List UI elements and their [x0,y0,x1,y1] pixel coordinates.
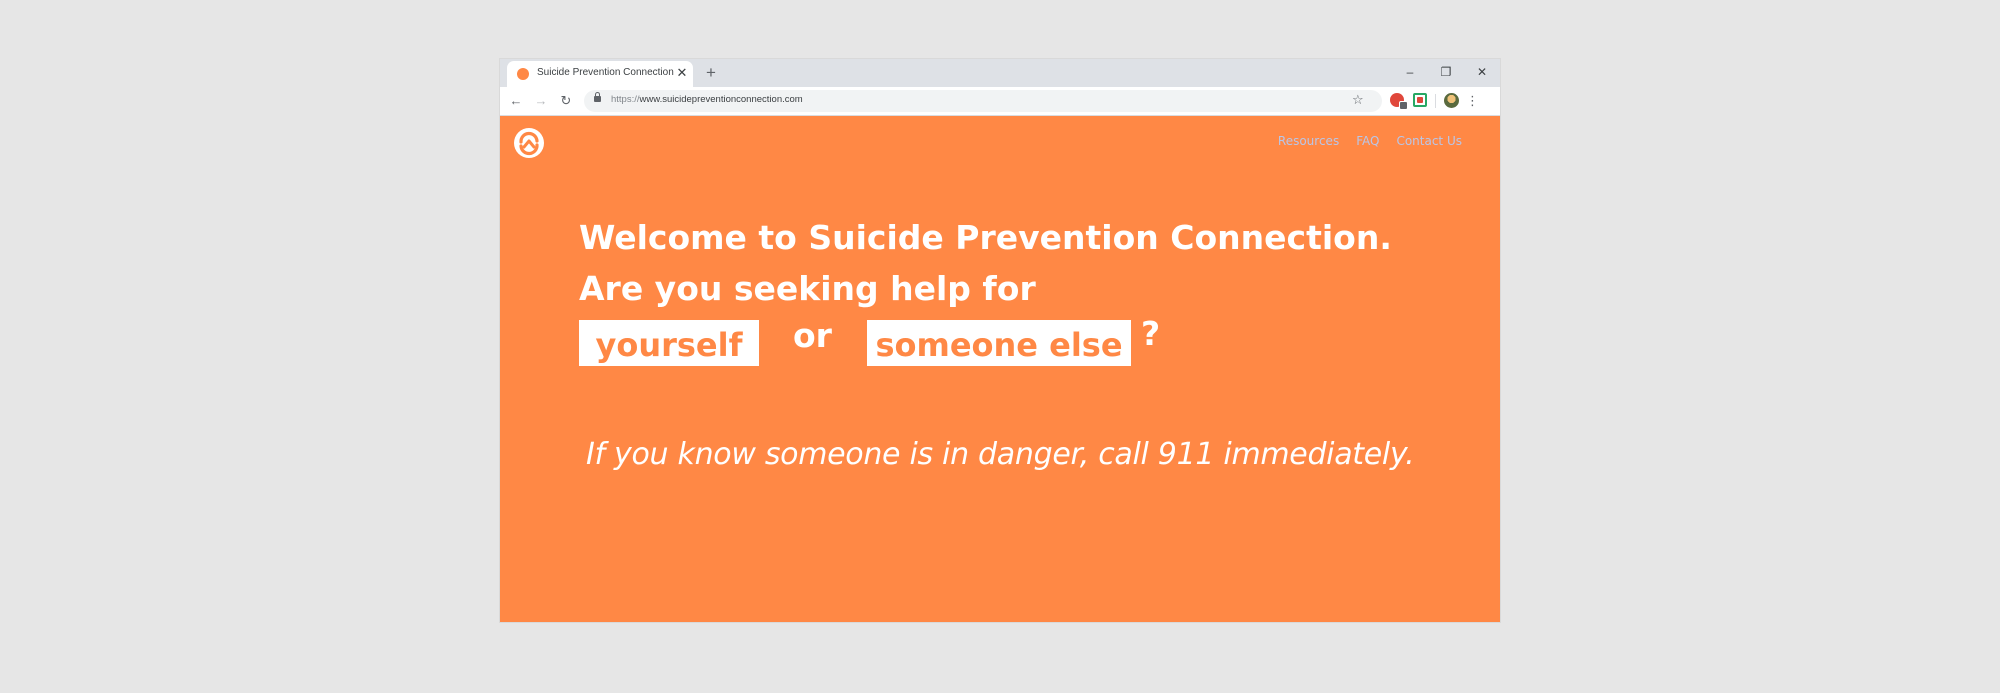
hero-question-line: Are you seeking help for [579,269,1036,308]
bookmark-star-icon[interactable]: ☆ [1352,92,1364,108]
favicon-icon [517,68,529,80]
page-content: Resources FAQ Contact Us Welcome to Suic… [500,116,1500,622]
browser-tab[interactable]: Suicide Prevention Connection ✕ [507,61,693,87]
menu-dots-icon[interactable]: ⋮ [1466,91,1479,111]
someone-else-button[interactable]: someone else [867,320,1131,366]
minimize-button[interactable]: – [1392,60,1428,84]
browser-toolbar: ← → ↻ https://www.suicidepreventionconne… [500,87,1500,116]
emergency-notice: If you know someone is in danger, call 9… [586,437,1415,472]
url-text[interactable]: https://www.suicidepreventionconnection.… [611,94,803,105]
site-nav: Resources FAQ Contact Us [1278,134,1462,148]
lock-icon[interactable] [594,92,601,102]
hero-welcome-line: Welcome to Suicide Prevention Connection… [579,218,1392,257]
new-tab-button[interactable]: + [700,62,722,84]
address-bar[interactable]: https://www.suicidepreventionconnection.… [584,90,1382,112]
toolbar-divider [1435,94,1436,108]
question-mark: ? [1141,314,1161,353]
forward-arrow-icon[interactable]: → [531,91,551,111]
reload-icon[interactable]: ↻ [556,91,576,111]
extension-red-icon[interactable] [1390,93,1408,110]
close-window-button[interactable]: ✕ [1464,60,1500,84]
profile-avatar[interactable] [1444,93,1459,108]
extension-badge-icon [1399,101,1408,110]
url-host: www.suicidepreventionconnection.com [639,94,803,105]
yourself-button[interactable]: yourself [579,320,759,366]
restore-button[interactable]: ❐ [1428,60,1464,84]
hero-headline: Welcome to Suicide Prevention Connection… [579,212,1392,314]
extension-green-icon[interactable] [1413,93,1427,107]
tab-close-icon[interactable]: ✕ [675,65,689,81]
browser-window: Suicide Prevention Connection ✕ + – ❐ ✕ … [500,59,1500,622]
nav-link-faq[interactable]: FAQ [1356,134,1379,148]
site-logo-icon[interactable] [514,128,544,158]
tab-title: Suicide Prevention Connection [537,67,674,78]
tab-strip: Suicide Prevention Connection ✕ + – ❐ ✕ [500,59,1500,87]
back-arrow-icon[interactable]: ← [506,91,526,111]
or-connector: or [793,316,832,355]
nav-link-resources[interactable]: Resources [1278,134,1339,148]
nav-link-contact-us[interactable]: Contact Us [1396,134,1462,148]
url-scheme: https:// [611,94,640,105]
